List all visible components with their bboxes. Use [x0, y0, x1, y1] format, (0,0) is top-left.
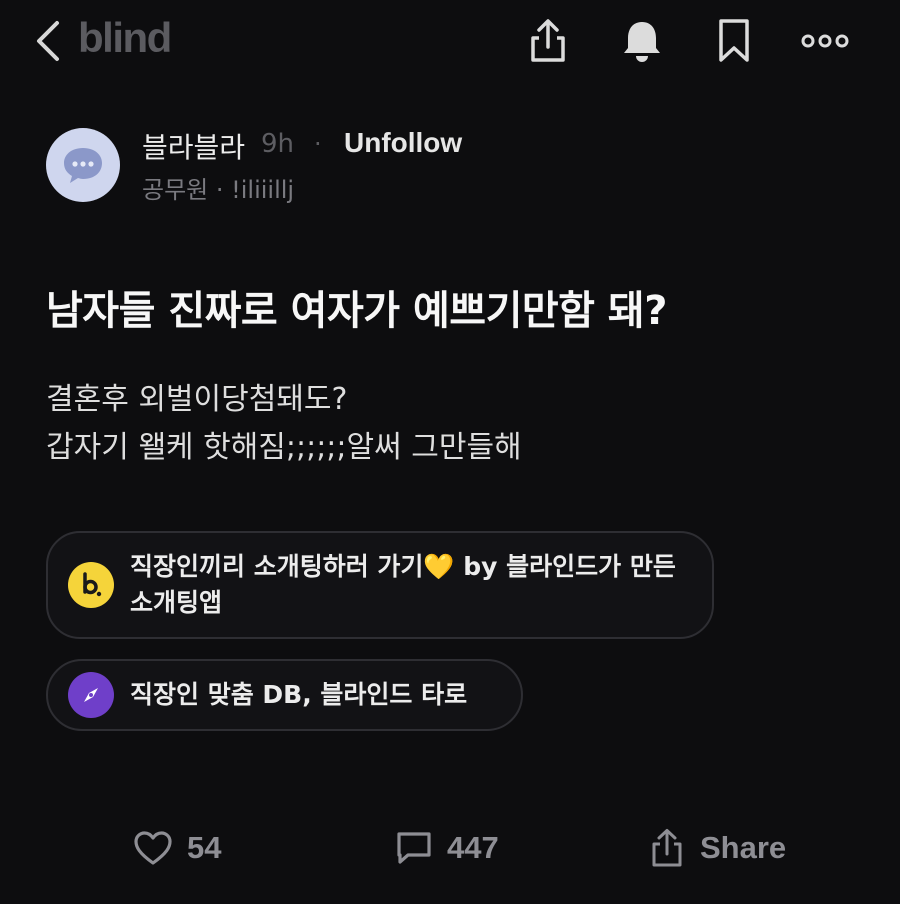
compass-icon: [68, 672, 114, 718]
author-name[interactable]: 블라블라: [142, 126, 245, 166]
share-post-button[interactable]: Share: [648, 818, 786, 878]
comment-button[interactable]: 447: [395, 818, 499, 878]
share-button[interactable]: [523, 16, 573, 66]
app-logo[interactable]: blind: [78, 14, 172, 62]
separator-dot: ·: [314, 130, 322, 158]
notification-button[interactable]: [617, 16, 667, 66]
post-time: 9h: [261, 129, 295, 159]
more-icon: [801, 34, 849, 48]
share-icon: [652, 829, 682, 867]
post-body: 결혼후 외벌이당첨돼도? 갑자기 왤케 핫해짐;;;;;;알써 그만들해: [46, 376, 522, 472]
promo-text: 직장인끼리 소개팅하러 가기💛 by 블라인드가 만든 소개팅앱: [130, 552, 676, 617]
comment-icon: [397, 832, 431, 864]
bell-icon: [624, 22, 660, 62]
post-body-line: 결혼후 외벌이당첨돼도?: [46, 382, 348, 417]
like-count: 54: [187, 830, 222, 865]
chat-bubble-icon: [64, 148, 102, 183]
action-bar: 54 447 Share: [0, 818, 900, 878]
blind-dating-logo-icon: [68, 562, 114, 608]
promo-dating-app[interactable]: 직장인끼리 소개팅하러 가기💛 by 블라인드가 만든 소개팅앱: [46, 531, 714, 639]
promo-tarot[interactable]: 직장인 맞춤 DB, 블라인드 타로: [46, 659, 523, 731]
more-options-button[interactable]: [800, 16, 850, 66]
promo-text: 직장인 맞춤 DB, 블라인드 타로: [130, 680, 468, 709]
unfollow-button[interactable]: Unfollow: [344, 127, 462, 159]
share-icon: [531, 19, 565, 62]
heart-icon: [134, 831, 172, 865]
bookmark-button[interactable]: [709, 16, 759, 66]
share-label: Share: [700, 830, 787, 865]
bookmark-icon: [719, 19, 749, 62]
back-button[interactable]: [28, 18, 68, 64]
post-title: 남자들 진짜로 여자가 예쁘기만함 돼?: [46, 288, 667, 334]
author-info: 블라블라 9h · Unfollow 공무원 · !iliiillj: [46, 126, 846, 206]
comment-count: 447: [447, 830, 499, 865]
avatar[interactable]: [46, 128, 120, 202]
top-bar: blind: [0, 0, 900, 84]
post-body-line: 갑자기 왤케 핫해짐;;;;;;알써 그만들해: [46, 430, 522, 465]
author-company: 공무원 · !iliiillj: [142, 176, 295, 204]
like-button[interactable]: 54: [133, 818, 221, 878]
back-icon: [37, 21, 59, 61]
